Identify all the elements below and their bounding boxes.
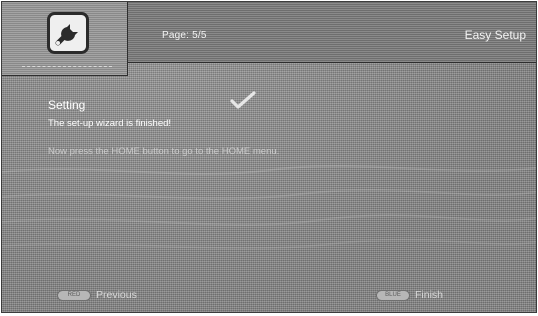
finish-button[interactable]: BLUE Finish <box>376 289 443 301</box>
finish-label: Finish <box>415 289 444 301</box>
blue-key-icon: BLUE <box>376 289 410 301</box>
previous-button[interactable]: RED Previous <box>57 289 137 301</box>
checkmark-icon <box>230 91 256 109</box>
blue-key-label: BLUE <box>385 292 401 298</box>
easy-setup-screen: Page: 5/5 Easy Setup Setting The set-up … <box>1 1 537 313</box>
page-title: Easy Setup <box>464 28 526 42</box>
wizard-finished-message: The set-up wizard is finished! <box>48 118 172 129</box>
background-waves <box>2 165 536 250</box>
previous-label: Previous <box>96 289 137 301</box>
icon-panel <box>2 2 128 76</box>
setting-heading: Setting <box>48 98 86 112</box>
icon-panel-divider <box>22 66 112 69</box>
home-instruction-text: Now press the HOME button to go to the H… <box>48 146 280 157</box>
red-key-label: RED <box>67 292 81 298</box>
page-indicator: Page: 5/5 <box>162 30 207 41</box>
red-key-icon: RED <box>57 289 91 301</box>
setup-wrench-icon <box>47 12 89 54</box>
